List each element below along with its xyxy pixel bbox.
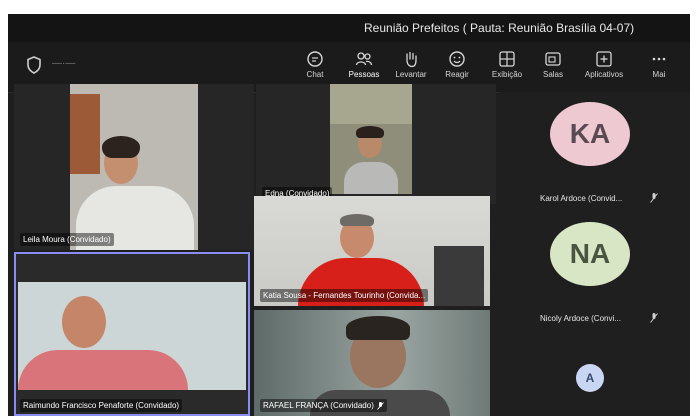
toolbar-rooms-label: Salas [542,70,563,79]
shield-icon[interactable] [26,56,42,74]
avatar-a: A [576,364,604,392]
participant-body [344,162,398,194]
video-tile-rafael[interactable]: RAFAEL FRANÇA (Convidado) [254,310,490,416]
video-frame [18,282,246,390]
video-frame [70,84,198,250]
painting [70,94,100,174]
avatar-karol: KA [550,102,630,166]
toolbar-raise-hand-label: Levantar [395,70,427,79]
view-grid-icon [499,51,515,67]
toolbar-more-label: Mai [652,70,666,79]
toolbar-chat-button[interactable]: Chat [290,48,340,88]
participant-name-leila: Leila Moura (Convidado) [20,233,114,246]
participant-name-raimundo: Raimundo Francisco Penaforte (Convidado) [20,399,183,412]
toolbar-more-button[interactable]: Mai [639,48,679,88]
video-tile-raimundo[interactable]: Raimundo Francisco Penaforte (Convidado) [14,252,250,416]
teams-meeting-window: Reunião Prefeitos ( Pauta: Reunião Brasí… [8,14,690,416]
more-icon [652,57,666,61]
video-frame [330,84,412,194]
toolbar-apps-button[interactable]: Aplicativos [579,48,629,88]
participant-body [18,350,188,390]
mic-muted-icon [650,313,658,323]
meeting-timer: —·— [52,58,76,69]
smile-icon [449,51,465,67]
toolbar-apps-label: Aplicativos [584,70,624,79]
participant-name-katia: Katia Sousa - Fernandes Tourinho (Convid… [260,289,429,302]
roster-panel: KA Karol Ardoce (Convid... NA Nicoly Ard… [500,92,690,416]
meeting-title: Reunião Prefeitos ( Pauta: Reunião Brasí… [364,21,635,35]
video-tile-edna[interactable]: Edna (Convidado) [256,84,496,204]
participant-hair [340,214,374,226]
mic-muted-icon [650,193,658,203]
participant-hair [346,316,410,340]
toolbar-raise-hand-button[interactable]: Levantar [386,48,436,88]
add-app-icon [596,51,612,67]
mic-muted-icon [377,401,384,410]
participant-hair [356,126,384,138]
roster-name-nicoly: Nicoly Ardoce (Convi... [540,314,621,323]
toolbar-view-button[interactable]: Exibição [482,48,532,88]
raise-hand-icon [406,51,417,68]
video-tile-leila[interactable]: Leila Moura (Convidado) [14,84,254,250]
rooms-icon [545,52,561,66]
toolbar-chat-label: Chat [306,70,324,79]
chair [434,246,484,306]
toolbar-react-button[interactable]: Reagir [432,48,482,88]
avatar-nicoly: NA [550,222,630,286]
participant-face [62,296,106,348]
wall [330,84,412,124]
participant-name-rafael: RAFAEL FRANÇA (Convidado) [260,399,387,412]
video-tile-katia[interactable]: Katia Sousa - Fernandes Tourinho (Convid… [254,196,490,306]
people-icon [355,52,373,66]
toolbar-rooms-button[interactable]: Salas [528,48,578,88]
roster-name-karol: Karol Ardoce (Convid... [540,194,623,203]
participant-hair [102,136,140,158]
toolbar-react-label: Reagir [445,70,469,79]
chat-icon [307,51,323,67]
title-bar: Reunião Prefeitos ( Pauta: Reunião Brasí… [8,14,690,42]
toolbar-view-label: Exibição [491,70,523,79]
toolbar-people-label: Pessoas [348,70,380,79]
